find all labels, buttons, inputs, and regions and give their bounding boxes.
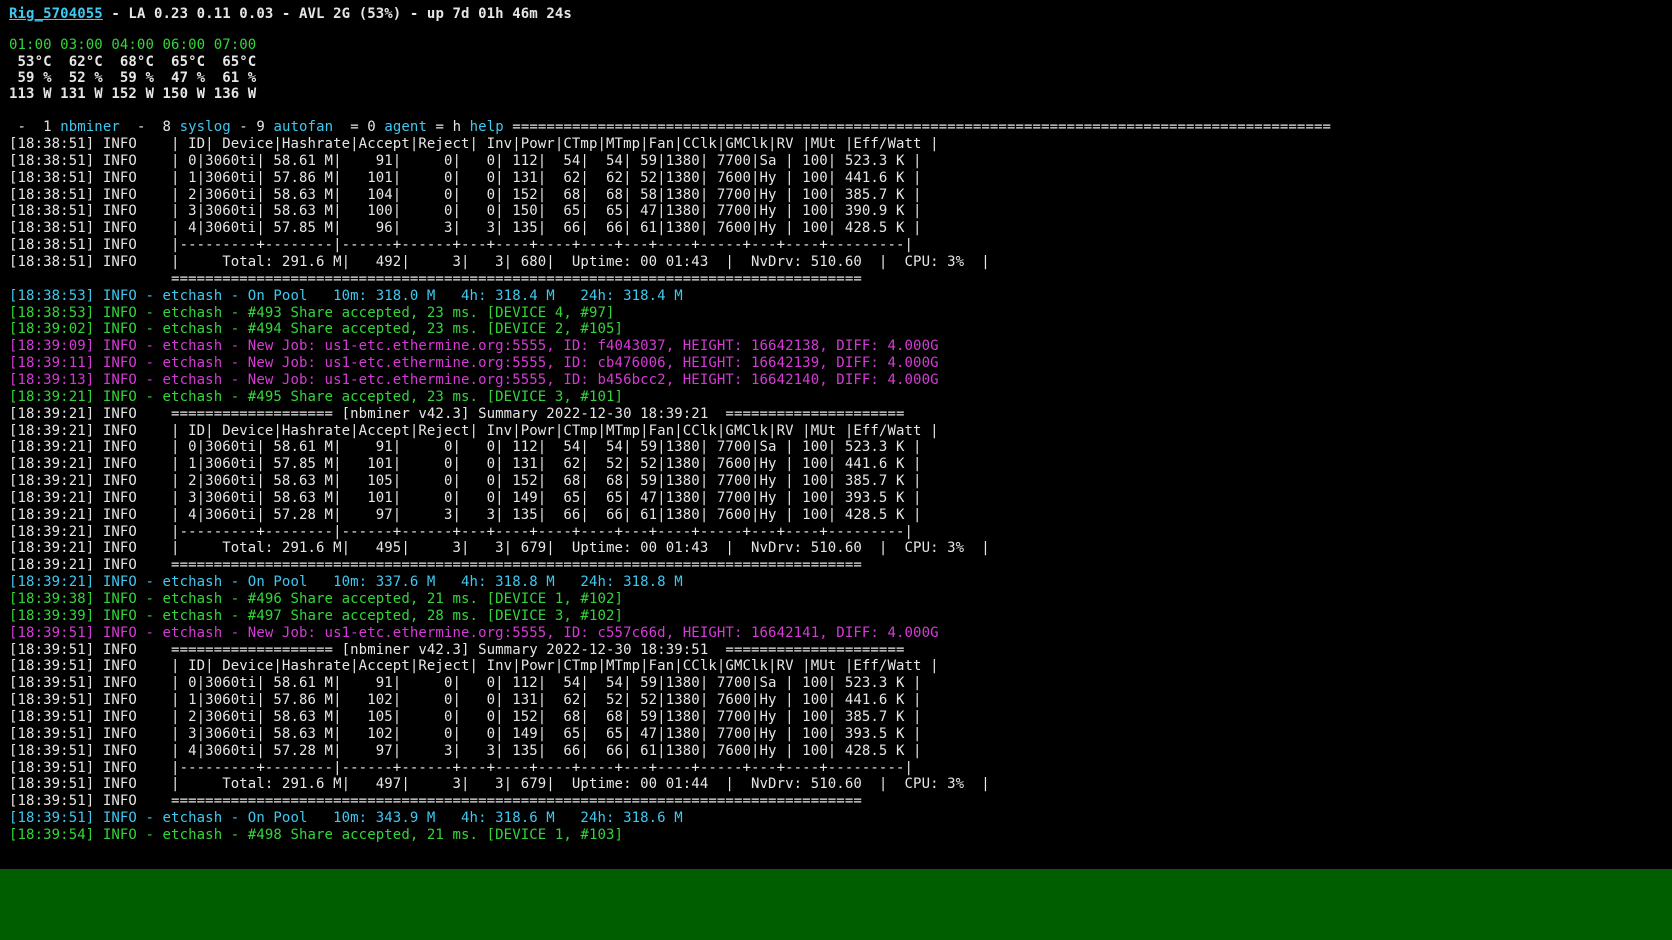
gpu-stats-power: 113 W 131 W 152 W 150 W 136 W (9, 86, 257, 102)
menu-nbminer[interactable]: nbminer (60, 119, 120, 135)
log-line: [18:39:51] INFO | Total: 291.6 M| 497| 3… (9, 776, 990, 793)
log-line: [18:38:51] INFO | ID| Device|Hashrate|Ac… (9, 136, 939, 152)
log-line: [18:39:21] INFO | ID| Device|Hashrate|Ac… (9, 422, 939, 439)
menu-syslog[interactable]: syslog (180, 119, 231, 135)
log-line: [18:39:21] INFO | 4|3060ti| 57.28 M| 97|… (9, 506, 922, 523)
status-summary: - LA 0.23 0.11 0.03 - AVL 2G (53%) - up … (102, 6, 572, 22)
log-line: [18:39:21] INFO | Total: 291.6 M| 495| 3… (9, 540, 990, 557)
screen-menu: - 1 nbminer - 8 syslog - 9 autofan = 0 a… (9, 119, 1332, 135)
log-line: [18:39:51] INFO =================== [nbm… (9, 641, 905, 658)
log-line: [18:39:51] INFO | 1|3060ti| 57.86 M| 102… (9, 692, 922, 709)
log-line: [18:39:09] INFO - etchash - New Job: us1… (9, 338, 939, 355)
log-line: [18:39:51] INFO - etchash - New Job: us1… (9, 624, 939, 641)
log-line: [18:39:51] INFO ========================… (9, 793, 862, 810)
menu-autofan[interactable]: autofan (273, 119, 333, 135)
log-line: [18:39:02] INFO - etchash - #494 Share a… (9, 321, 624, 338)
log-line: [18:39:51] INFO | ID| Device|Hashrate|Ac… (9, 658, 939, 675)
log-line: [18:39:51] INFO | 4|3060ti| 57.28 M| 97|… (9, 742, 922, 759)
gpu-stats-times: 01:00 03:00 04:00 06:00 07:00 (9, 37, 257, 53)
log-line: [18:39:54] INFO - etchash - #498 Share a… (9, 826, 624, 843)
log-line: [18:39:21] INFO - etchash - On Pool 10m:… (9, 574, 683, 591)
rig-name: Rig_5704055 (9, 6, 103, 22)
log-line: ========================================… (9, 270, 862, 287)
log-line: [18:39:21] INFO | 0|3060ti| 58.61 M| 91|… (9, 439, 922, 456)
log-line: [18:38:51] INFO | 2|3060ti| 58.63 M| 104… (9, 186, 922, 203)
log-line: [18:38:51] INFO |---------+--------|----… (9, 237, 914, 254)
log-line: [18:39:51] INFO |---------+--------|----… (9, 759, 914, 776)
log-line: [18:39:39] INFO - etchash - #497 Share a… (9, 607, 624, 624)
status-bar (0, 869, 1672, 940)
log-line: [18:38:51] INFO | Total: 291.6 M| 492| 3… (9, 254, 990, 270)
log-line: [18:39:51] INFO | 2|3060ti| 58.63 M| 105… (9, 708, 922, 725)
log-line: [18:39:21] INFO | 3|3060ti| 58.63 M| 101… (9, 489, 922, 506)
log-line: [18:39:21] INFO |---------+--------|----… (9, 523, 914, 540)
log-line: [18:38:53] INFO - etchash - #493 Share a… (9, 304, 615, 321)
log-line: [18:39:21] INFO - etchash - #495 Share a… (9, 388, 624, 405)
log-line: [18:39:21] INFO | 1|3060ti| 57.85 M| 101… (9, 456, 922, 473)
log-line: [18:39:38] INFO - etchash - #496 Share a… (9, 591, 624, 607)
gpu-stats-fans: 59 % 52 % 59 % 47 % 61 % (9, 70, 257, 86)
log-line: [18:39:21] INFO =================== [nbm… (9, 405, 905, 422)
log-line: [18:39:51] INFO - etchash - On Pool 10m:… (9, 810, 683, 826)
log-line: [18:39:13] INFO - etchash - New Job: us1… (9, 371, 939, 388)
menu-agent[interactable]: agent (384, 119, 427, 135)
log-line: [18:39:51] INFO | 0|3060ti| 58.61 M| 91|… (9, 675, 922, 692)
log-line: [18:39:11] INFO - etchash - New Job: us1… (9, 355, 939, 372)
log-line: [18:39:51] INFO | 3|3060ti| 58.63 M| 102… (9, 725, 922, 742)
status-line: Rig_5704055 - LA 0.23 0.11 0.03 - AVL 2G… (9, 6, 572, 23)
log-line: [18:38:51] INFO | 3|3060ti| 58.63 M| 100… (9, 203, 922, 220)
menu-help[interactable]: help (470, 119, 504, 135)
log-line: [18:38:51] INFO | 0|3060ti| 58.61 M| 91|… (9, 152, 922, 169)
log-line: [18:38:53] INFO - etchash - On Pool 10m:… (9, 287, 683, 304)
log-line: [18:38:51] INFO | 1|3060ti| 57.86 M| 101… (9, 169, 922, 186)
log-line: [18:38:51] INFO | 4|3060ti| 57.85 M| 96|… (9, 220, 922, 237)
log-line: [18:39:21] INFO | 2|3060ti| 58.63 M| 105… (9, 473, 922, 489)
gpu-stats-temps: 53°C 62°C 68°C 65°C 65°C (9, 54, 257, 70)
terminal-window[interactable]: Rig_5704055 - LA 0.23 0.11 0.03 - AVL 2G… (0, 0, 1672, 869)
log-line: [18:39:21] INFO ========================… (9, 557, 862, 574)
